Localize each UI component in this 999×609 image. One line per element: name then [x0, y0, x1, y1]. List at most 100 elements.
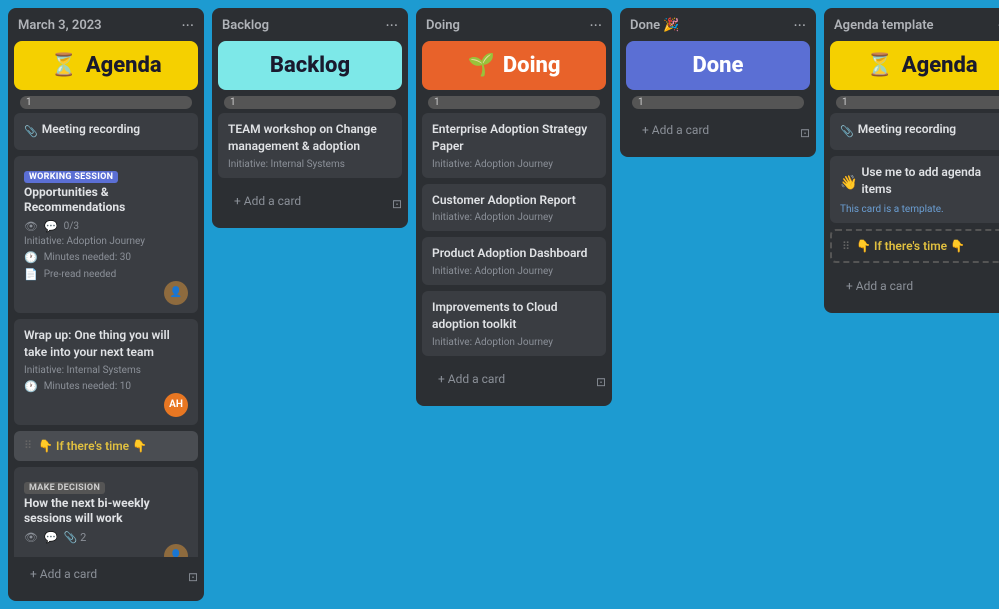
card-title-decision: How the next bi-weekly sessions will wor… — [24, 496, 188, 527]
column-doing: Doing ··· 🌱 Doing 1 Enterprise Adoption … — [416, 8, 612, 406]
section-label-agenda: 👇 If there's time 👇 — [38, 439, 147, 453]
badge-working-session: WORKING SESSION — [24, 171, 118, 183]
column-menu-backlog[interactable]: ··· — [385, 16, 398, 35]
add-card-row-agenda-template: + Add a card ⊡ — [824, 269, 999, 313]
column-title-doing: Doing — [426, 18, 460, 33]
hourglass-icon: ⏳ — [50, 53, 77, 78]
card-cloud-adoption[interactable]: Improvements to Cloud adoption toolkit I… — [422, 291, 606, 356]
column-header-agenda-template: Agenda template ··· — [824, 8, 999, 41]
card-enterprise-adoption[interactable]: Enterprise Adoption Strategy Paper Initi… — [422, 113, 606, 178]
column-backlog: Backlog ··· Backlog 1 TEAM workshop on C… — [212, 8, 408, 228]
template-note-text: This card is a template. — [840, 204, 999, 215]
card-wrapup[interactable]: Wrap up: One thing you will take into yo… — [14, 319, 198, 425]
column-title-agenda-template: Agenda template — [834, 18, 934, 33]
sprout-icon: 🌱 — [468, 53, 495, 78]
column-header-done: Done 🎉 ··· — [620, 8, 816, 41]
column-banner-doing: 🌱 Doing — [422, 41, 606, 90]
column-banner-agenda: ⏳ Agenda — [14, 41, 198, 90]
column-menu-doing[interactable]: ··· — [589, 16, 602, 35]
expand-icon-template: ⠿ — [842, 240, 850, 253]
count-badge-backlog: 1 — [224, 96, 396, 109]
card-customer-adoption[interactable]: Customer Adoption Report Initiative: Ado… — [422, 184, 606, 232]
card-title-customer: Customer Adoption Report — [432, 192, 596, 209]
count-badge-done: 1 — [632, 96, 804, 109]
initiative-cloud: Initiative: Adoption Journey — [432, 337, 596, 348]
add-card-btn-doing[interactable]: + Add a card — [428, 366, 515, 392]
card-title-product: Product Adoption Dashboard — [432, 245, 596, 262]
column-header-doing: Doing ··· — [416, 8, 612, 41]
column-content-done: 1 — [620, 96, 816, 113]
card-title-cloud: Improvements to Cloud adoption toolkit — [432, 299, 596, 333]
avatar-ws: 👤 — [164, 281, 188, 305]
card-decision[interactable]: MAKE DECISION How the next bi-weekly ses… — [14, 467, 198, 557]
card-title-working-session: Opportunities & Recommendations — [24, 185, 188, 216]
expand-icon-agenda: ⠿ — [24, 439, 32, 452]
column-content-doing: 1 Enterprise Adoption Strategy Paper Ini… — [416, 96, 612, 362]
card-working-session[interactable]: WORKING SESSION Opportunities & Recommen… — [14, 156, 198, 313]
column-banner-backlog: Backlog — [218, 41, 402, 90]
count-badge-agenda: 1 — [20, 96, 192, 109]
column-header-backlog: Backlog ··· — [212, 8, 408, 41]
archive-icon-done[interactable]: ⊡ — [800, 126, 810, 140]
minutes-ws: Minutes needed: 30 — [44, 252, 131, 263]
column-menu-agenda[interactable]: ··· — [181, 16, 194, 35]
card-team-workshop[interactable]: TEAM workshop on Change management & ado… — [218, 113, 402, 178]
eye-icon-ws: 👁 — [24, 220, 38, 233]
column-title-backlog: Backlog — [222, 18, 269, 33]
eye-icon-dec: 👁 — [24, 531, 38, 544]
clip-icon-template: 📎 — [840, 125, 854, 138]
count-badge-agenda-template: 1 — [836, 96, 999, 109]
clock-icon-wu: 🕐 — [24, 380, 38, 393]
column-title-done: Done 🎉 — [630, 18, 680, 33]
column-content-agenda: 1 📎 Meeting recording WORKING SESSION Op… — [8, 96, 204, 557]
column-agenda-template: Agenda template ··· ⏳ Agenda 1 📎 Meeting… — [824, 8, 999, 313]
card-meeting-recording-2[interactable]: 📎 Meeting recording — [830, 113, 999, 150]
chat-icon-dec: 💬 — [44, 531, 58, 544]
archive-icon-backlog[interactable]: ⊡ — [392, 197, 402, 211]
card-title-enterprise: Enterprise Adoption Strategy Paper — [432, 121, 596, 155]
banner-label-doing: Doing — [503, 53, 561, 78]
column-title-agenda: March 3, 2023 — [18, 18, 102, 33]
clip-icon: 📎 — [24, 125, 38, 138]
card-title-meeting-recording-2: Meeting recording — [858, 121, 956, 138]
banner-label-backlog: Backlog — [270, 53, 350, 78]
initiative-product: Initiative: Adoption Journey — [432, 266, 596, 277]
column-menu-done[interactable]: ··· — [793, 16, 806, 35]
add-card-btn-backlog[interactable]: + Add a card — [224, 188, 311, 214]
add-card-btn-agenda-template[interactable]: + Add a card — [836, 273, 923, 299]
add-card-btn-done[interactable]: + Add a card — [632, 117, 719, 143]
preread-ws: Pre-read needed — [44, 269, 117, 280]
card-meeting-recording-1[interactable]: 📎 Meeting recording — [14, 113, 198, 150]
column-banner-done: Done — [626, 41, 810, 90]
column-header-agenda: March 3, 2023 ··· — [8, 8, 204, 41]
wave-icon: 👋 — [840, 175, 857, 191]
banner-label-done: Done — [693, 53, 744, 78]
card-title-team-workshop: TEAM workshop on Change management & ado… — [228, 121, 392, 155]
hourglass-icon-template: ⏳ — [866, 53, 893, 78]
add-card-row-agenda: + Add a card ⊡ — [8, 557, 204, 601]
add-card-btn-agenda[interactable]: + Add a card — [20, 561, 107, 587]
card-product-dashboard[interactable]: Product Adoption Dashboard Initiative: A… — [422, 237, 606, 285]
minutes-wrapup: Minutes needed: 10 — [44, 381, 131, 392]
card-title-meeting-recording-1: Meeting recording — [42, 121, 140, 138]
clip-icon-dec: 📎 2 — [64, 531, 87, 544]
section-divider-agenda-template: ⠿ 👇 If there's time 👇 — [830, 229, 999, 263]
card-template-note[interactable]: 👋 Use me to add agenda items This card i… — [830, 156, 999, 224]
initiative-customer: Initiative: Adoption Journey — [432, 212, 596, 223]
initiative-enterprise: Initiative: Adoption Journey — [432, 159, 596, 170]
count-badge-doing: 1 — [428, 96, 600, 109]
banner-label-agenda-template: Agenda — [902, 53, 978, 78]
section-label-agenda-template: 👇 If there's time 👇 — [856, 239, 965, 253]
column-done: Done 🎉 ··· Done 1 + Add a card ⊡ — [620, 8, 816, 157]
archive-icon-agenda[interactable]: ⊡ — [188, 570, 198, 584]
counter-ws: 0/3 — [64, 221, 79, 232]
initiative-wrapup: Initiative: Internal Systems — [24, 365, 188, 376]
section-divider-agenda: ⠿ 👇 If there's time 👇 — [14, 431, 198, 461]
archive-icon-doing[interactable]: ⊡ — [596, 375, 606, 389]
chat-icon-ws: 💬 — [44, 220, 58, 233]
column-agenda: March 3, 2023 ··· ⏳ Agenda 1 📎 Meeting r… — [8, 8, 204, 601]
add-card-row-doing: + Add a card ⊡ — [416, 362, 612, 406]
column-content-backlog: 1 TEAM workshop on Change management & a… — [212, 96, 408, 184]
clock-icon-ws: 🕐 — [24, 251, 38, 264]
board: March 3, 2023 ··· ⏳ Agenda 1 📎 Meeting r… — [0, 0, 999, 609]
